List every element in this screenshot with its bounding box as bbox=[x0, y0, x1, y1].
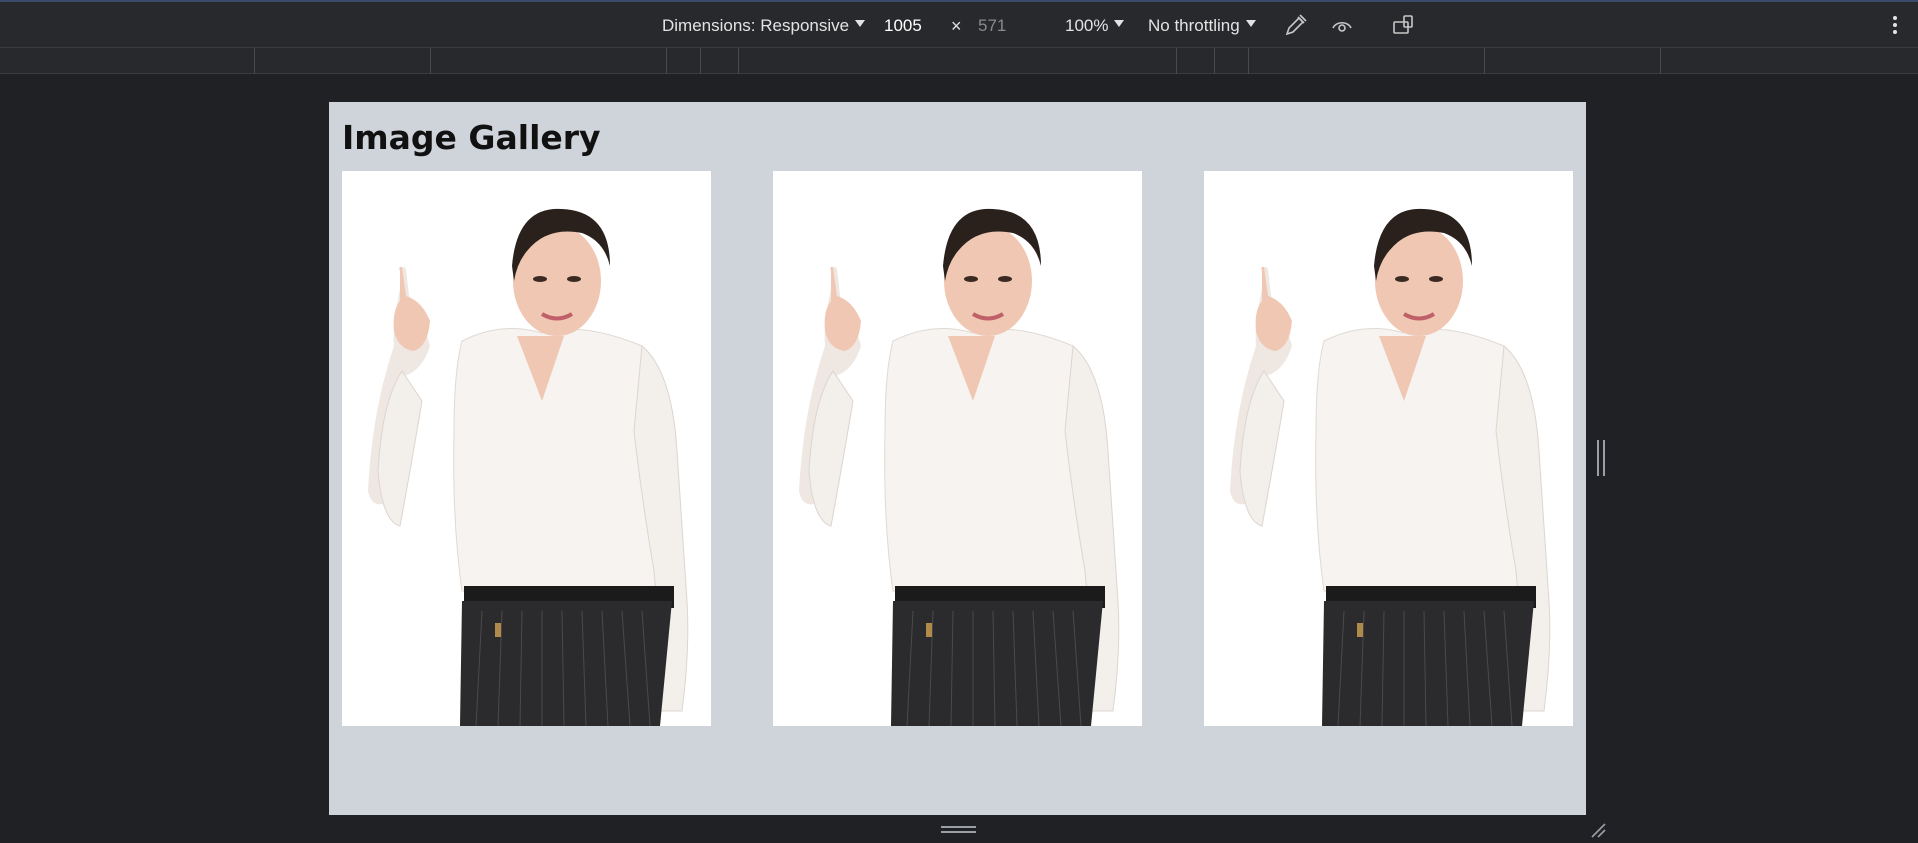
corner-resize-handle[interactable] bbox=[1590, 822, 1606, 838]
more-options-icon[interactable] bbox=[1892, 16, 1898, 36]
device-toolbar: Dimensions: Responsive 1005 × 571 100% N… bbox=[0, 0, 1918, 48]
right-resize-handle[interactable] bbox=[1597, 440, 1605, 476]
emulated-viewport: Image Gallery bbox=[329, 102, 1586, 815]
throttling-dropdown[interactable]: No throttling bbox=[1148, 15, 1256, 37]
times-symbol: × bbox=[951, 16, 962, 36]
height-input[interactable]: 571 bbox=[978, 15, 1006, 37]
woman-photo-illustration bbox=[1204, 171, 1573, 726]
rotate-device-icon[interactable] bbox=[1391, 14, 1415, 36]
color-picker-icon[interactable] bbox=[1284, 14, 1308, 36]
caret-down-icon bbox=[1114, 19, 1125, 27]
zoom-label: 100% bbox=[1065, 16, 1109, 35]
page-title: Image Gallery bbox=[342, 118, 601, 157]
throttling-label: No throttling bbox=[1148, 16, 1240, 35]
zoom-dropdown[interactable]: 100% bbox=[1065, 15, 1125, 37]
vision-deficiency-icon[interactable] bbox=[1331, 15, 1353, 37]
woman-photo-illustration bbox=[773, 171, 1142, 726]
caret-down-icon bbox=[1245, 19, 1256, 27]
media-query-bar bbox=[0, 48, 1918, 74]
woman-photo-illustration bbox=[342, 171, 711, 726]
gallery-image[interactable] bbox=[342, 171, 711, 726]
caret-down-icon bbox=[855, 19, 866, 27]
gallery-image[interactable] bbox=[1204, 171, 1573, 726]
width-input[interactable]: 1005 bbox=[884, 15, 922, 37]
gallery-image[interactable] bbox=[773, 171, 1142, 726]
bottom-resize-handle[interactable] bbox=[941, 826, 976, 834]
dimensions-label: Dimensions: Responsive bbox=[662, 16, 850, 35]
dimensions-dropdown[interactable]: Dimensions: Responsive bbox=[662, 15, 866, 37]
